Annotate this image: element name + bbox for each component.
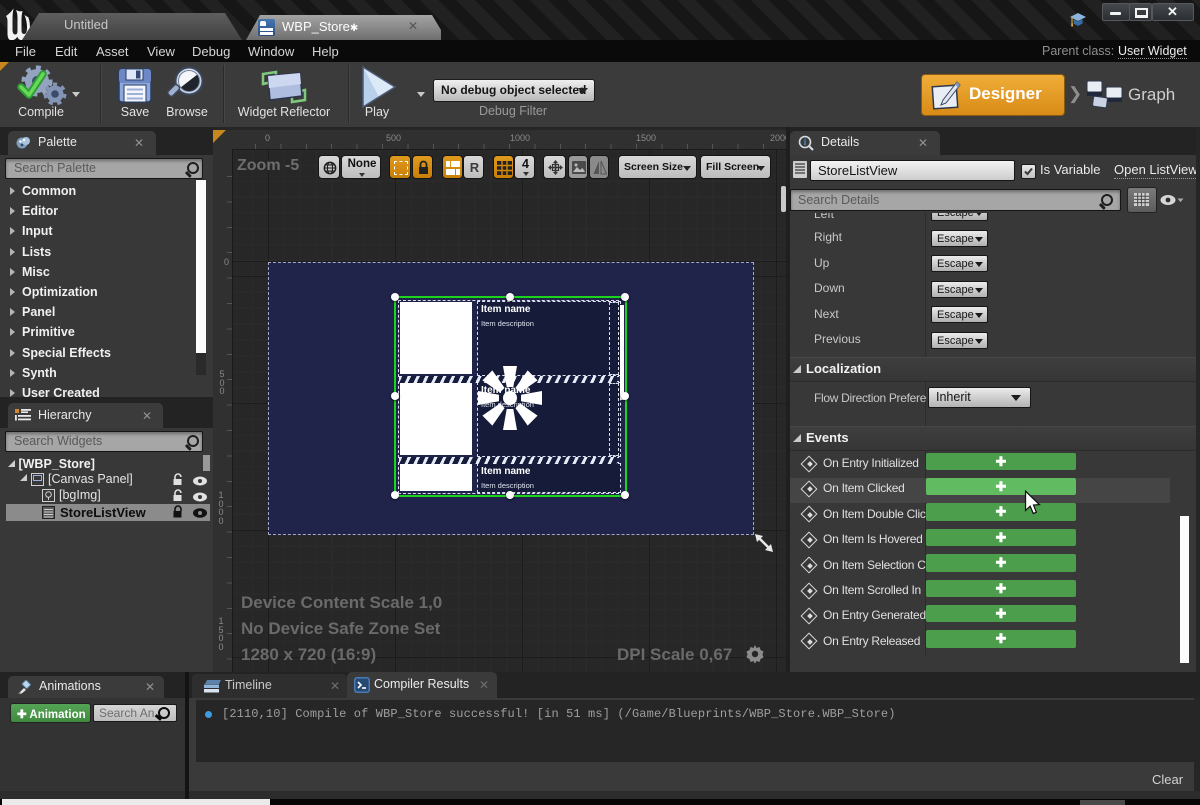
svg-text:i: i [804,137,807,147]
